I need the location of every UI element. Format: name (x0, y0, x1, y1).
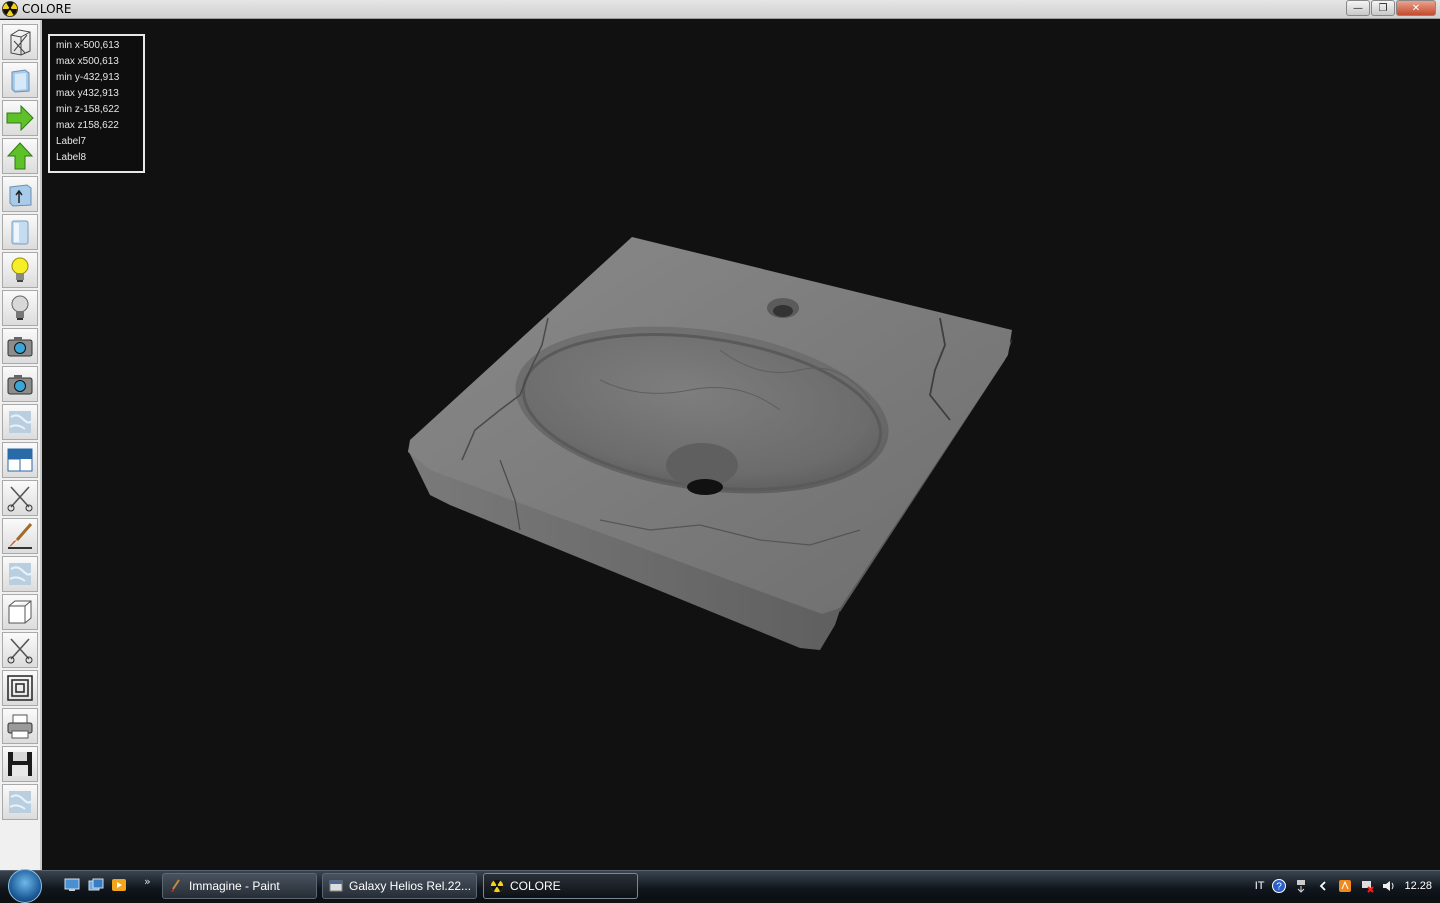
svg-text:?: ? (1277, 882, 1283, 893)
volume-icon[interactable] (1382, 879, 1396, 893)
radiation-icon (2, 1, 18, 17)
show-desktop-icon[interactable] (64, 878, 80, 892)
scissors-icon (7, 486, 33, 512)
window-split-icon (7, 448, 33, 472)
paintbrush-icon (8, 523, 33, 549)
floppy-disk-icon (8, 752, 32, 776)
move-up-button[interactable] (2, 138, 38, 174)
clock[interactable]: 12.28 (1404, 880, 1432, 892)
wireframe-box-icon (10, 29, 31, 56)
camera-2-button[interactable] (2, 366, 38, 402)
solid-box-icon (11, 69, 30, 93)
info-min-x: min x-500,613 (56, 40, 120, 51)
lightbulb-off-icon (11, 295, 29, 320)
light-off-button[interactable] (2, 290, 38, 326)
language-indicator[interactable]: IT (1255, 880, 1265, 892)
network-connections-icon[interactable] (1294, 879, 1308, 893)
info-max-z: max z158,622 (56, 120, 119, 131)
task-paint[interactable]: Immagine - Paint (162, 873, 317, 899)
info-label7: Label7 (56, 136, 87, 147)
lightbulb-on-icon (11, 257, 29, 282)
arrow-right-icon (6, 104, 34, 132)
scissors-icon (7, 638, 33, 664)
light-on-button[interactable] (2, 252, 38, 288)
glass-box-icon (11, 220, 29, 245)
info-min-z: min z-158,622 (56, 104, 120, 115)
task-label: COLORE (510, 879, 561, 893)
minimize-button[interactable]: — (1346, 0, 1370, 16)
window-icon (329, 880, 343, 892)
help-icon[interactable]: ? (1272, 879, 1287, 893)
title-bar: COLORE — ❐ ✕ (0, 0, 1440, 19)
transparent-view-button[interactable] (2, 214, 38, 250)
marble-sink-model[interactable] (400, 230, 1020, 660)
cut-2-button[interactable] (2, 632, 38, 668)
info-label8: Label8 (56, 152, 87, 163)
offset-button[interactable] (2, 670, 38, 706)
media-player-icon[interactable] (111, 878, 127, 892)
tool-palette (0, 20, 42, 870)
cube-icon (8, 600, 32, 624)
printer-icon (7, 714, 33, 739)
info-max-x: max x500,613 (56, 56, 119, 67)
network-disconnected-icon[interactable] (1360, 879, 1375, 893)
texture-icon (9, 791, 32, 813)
info-max-y: max y432,913 (56, 88, 119, 99)
arrow-up-icon (6, 142, 34, 170)
app-tray-icon[interactable] (1338, 879, 1352, 893)
extrude-button[interactable] (2, 176, 38, 212)
start-button[interactable] (8, 869, 42, 903)
show-hidden-icons-icon[interactable] (1316, 879, 1330, 893)
save-button[interactable] (2, 746, 38, 782)
quicklaunch-chevron[interactable]: » (144, 875, 151, 888)
texture-icon (9, 563, 32, 585)
bounds-info-panel: min x-500,613 max x500,613 min y-432,913… (48, 34, 145, 173)
texture-button[interactable] (2, 404, 38, 440)
task-label: Galaxy Helios Rel.22... (349, 879, 472, 893)
system-tray: IT ? 12.28 (1255, 871, 1432, 901)
wireframe-view-button[interactable] (2, 24, 38, 60)
move-right-button[interactable] (2, 100, 38, 136)
task-colore[interactable]: COLORE (483, 873, 638, 899)
texture-icon (9, 411, 32, 433)
cube-button[interactable] (2, 594, 38, 630)
window-title: COLORE (22, 2, 72, 16)
split-view-button[interactable] (2, 442, 38, 478)
switch-windows-icon[interactable] (88, 878, 104, 892)
solid-view-button[interactable] (2, 62, 38, 98)
box-with-arrow-icon (9, 184, 32, 207)
texture-3-button[interactable] (2, 784, 38, 820)
restore-button[interactable]: ❐ (1371, 0, 1395, 16)
camera-button[interactable] (2, 328, 38, 364)
taskbar: » Immagine - Paint Galaxy Helios Rel.22.… (0, 869, 1440, 903)
camera-icon (7, 375, 33, 395)
concentric-squares-icon (7, 675, 33, 701)
texture-2-button[interactable] (2, 556, 38, 592)
task-label: Immagine - Paint (189, 879, 280, 893)
radiation-icon (490, 879, 504, 893)
info-min-y: min y-432,913 (56, 72, 120, 83)
close-button[interactable]: ✕ (1396, 0, 1436, 16)
print-button[interactable] (2, 708, 38, 744)
window-controls: — ❐ ✕ (1346, 0, 1436, 16)
task-galaxy-helios[interactable]: Galaxy Helios Rel.22... (322, 873, 477, 899)
paint-icon (171, 879, 180, 892)
cut-button[interactable] (2, 480, 38, 516)
camera-icon (7, 337, 33, 357)
paint-button[interactable] (2, 518, 38, 554)
